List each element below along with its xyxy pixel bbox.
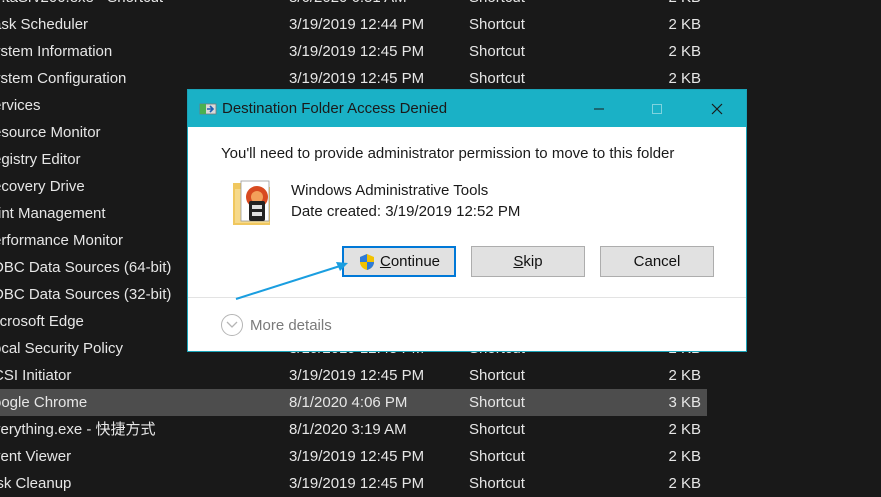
file-date: 8/1/2020 4:06 PM <box>289 394 408 411</box>
dialog-titlebar[interactable]: Destination Folder Access Denied <box>188 90 746 127</box>
list-item[interactable]: ystem Information 3/19/2019 12:45 PM Sho… <box>0 38 707 65</box>
file-type: Shortcut <box>469 475 525 492</box>
file-date: 3/19/2019 12:45 PM <box>289 367 425 384</box>
file-size: 3 KB <box>668 394 701 411</box>
file-size: 2 KB <box>668 70 701 87</box>
file-name: ervices <box>0 97 41 114</box>
maximize-button <box>634 90 680 127</box>
skip-button[interactable]: Skip <box>471 246 585 277</box>
close-button[interactable] <box>694 90 740 127</box>
file-type: Shortcut <box>469 16 525 33</box>
folder-date-created: Date created: 3/19/2019 12:52 PM <box>291 203 521 220</box>
file-name: oogle Chrome <box>0 394 88 411</box>
file-date: 3/19/2019 12:45 PM <box>289 475 425 492</box>
file-name: verything.exe - 快捷方式 <box>0 421 156 438</box>
list-item[interactable]: isk Cleanup 3/19/2019 12:45 PM Shortcut … <box>0 470 707 497</box>
list-item[interactable]: CSI Initiator 3/19/2019 12:45 PM Shortcu… <box>0 362 707 389</box>
more-details-label: More details <box>250 316 332 334</box>
list-item-selected[interactable]: oogle Chrome 8/1/2020 4:06 PM Shortcut 3… <box>0 389 707 416</box>
list-item[interactable]: vent Viewer 3/19/2019 12:45 PM Shortcut … <box>0 443 707 470</box>
maximize-icon <box>652 103 662 114</box>
file-size: 2 KB <box>668 367 701 384</box>
file-date: 3/19/2019 12:45 PM <box>289 43 425 60</box>
file-type: Shortcut <box>469 421 525 438</box>
file-date: 3/19/2019 12:44 PM <box>289 16 425 33</box>
file-move-icon <box>199 101 217 116</box>
minimize-icon <box>594 108 604 109</box>
file-name: ask Scheduler <box>0 16 89 33</box>
uac-shield-icon <box>358 253 376 271</box>
file-name: licrosoft Edge <box>0 313 84 330</box>
minimize-button[interactable] <box>576 90 622 127</box>
file-name: DBC Data Sources (32-bit) <box>0 286 172 303</box>
file-type: Shortcut <box>469 70 525 87</box>
continue-button[interactable]: Continue <box>342 246 456 277</box>
more-details-toggle[interactable]: More details <box>221 314 332 336</box>
skip-label: kip <box>523 253 543 270</box>
file-type: Shortcut <box>469 448 525 465</box>
file-name: egistry Editor <box>0 151 81 168</box>
list-item[interactable]: verything.exe - 快捷方式 8/1/2020 3:19 AM Sh… <box>0 416 707 443</box>
file-size: 2 KB <box>600 0 701 11</box>
file-date: 8/1/2020 3:19 AM <box>289 421 407 438</box>
file-type: Shortcut <box>469 394 525 411</box>
file-name: isk Cleanup <box>0 475 72 492</box>
file-type: Shortcut <box>469 0 525 11</box>
list-item[interactable]: ystem Configuration 3/19/2019 12:45 PM S… <box>0 65 707 92</box>
file-name: rint Management <box>0 205 106 222</box>
list-item[interactable]: ...taSrv200.exe - Shortcut 8/6/2020 6:51… <box>0 0 707 11</box>
file-size: 2 KB <box>668 448 701 465</box>
file-name: DBC Data Sources (64-bit) <box>0 259 172 276</box>
dialog-divider <box>188 297 746 298</box>
list-item[interactable]: ask Scheduler 3/19/2019 12:44 PM Shortcu… <box>0 11 707 38</box>
file-name: esource Monitor <box>0 124 101 141</box>
cancel-label: Cancel <box>633 253 681 270</box>
file-date: 3/19/2019 12:45 PM <box>289 70 425 87</box>
file-size: 2 KB <box>668 16 701 33</box>
file-name: ystem Information <box>0 43 113 60</box>
folder-icon <box>230 173 276 231</box>
dialog-message: You'll need to provide administrator per… <box>221 145 675 162</box>
file-size: 2 KB <box>668 475 701 492</box>
file-name: ystem Configuration <box>0 70 127 87</box>
chevron-down-icon <box>221 314 243 336</box>
file-name: ecovery Drive <box>0 178 85 195</box>
file-size: 2 KB <box>668 421 701 438</box>
file-date: 3/19/2019 12:45 PM <box>289 448 425 465</box>
cancel-button[interactable]: Cancel <box>600 246 714 277</box>
file-name: CSI Initiator <box>0 367 72 384</box>
file-name: vent Viewer <box>0 448 72 465</box>
file-name: ...taSrv200.exe - Shortcut <box>0 0 163 11</box>
skip-access-key: S <box>513 253 524 270</box>
close-icon <box>711 103 723 114</box>
folder-name: Windows Administrative Tools <box>291 182 489 199</box>
continue-label: ontinue <box>390 253 441 270</box>
file-date: 8/6/2020 6:51 AM <box>289 0 407 11</box>
access-denied-dialog: Destination Folder Access Denied You'll … <box>187 89 747 352</box>
file-name: erformance Monitor <box>0 232 124 249</box>
continue-access-key: C <box>379 253 391 270</box>
file-name: ocal Security Policy <box>0 340 124 357</box>
file-type: Shortcut <box>469 367 525 384</box>
file-type: Shortcut <box>469 43 525 60</box>
file-size: 2 KB <box>668 43 701 60</box>
dialog-title: Destination Folder Access Denied <box>222 100 448 117</box>
